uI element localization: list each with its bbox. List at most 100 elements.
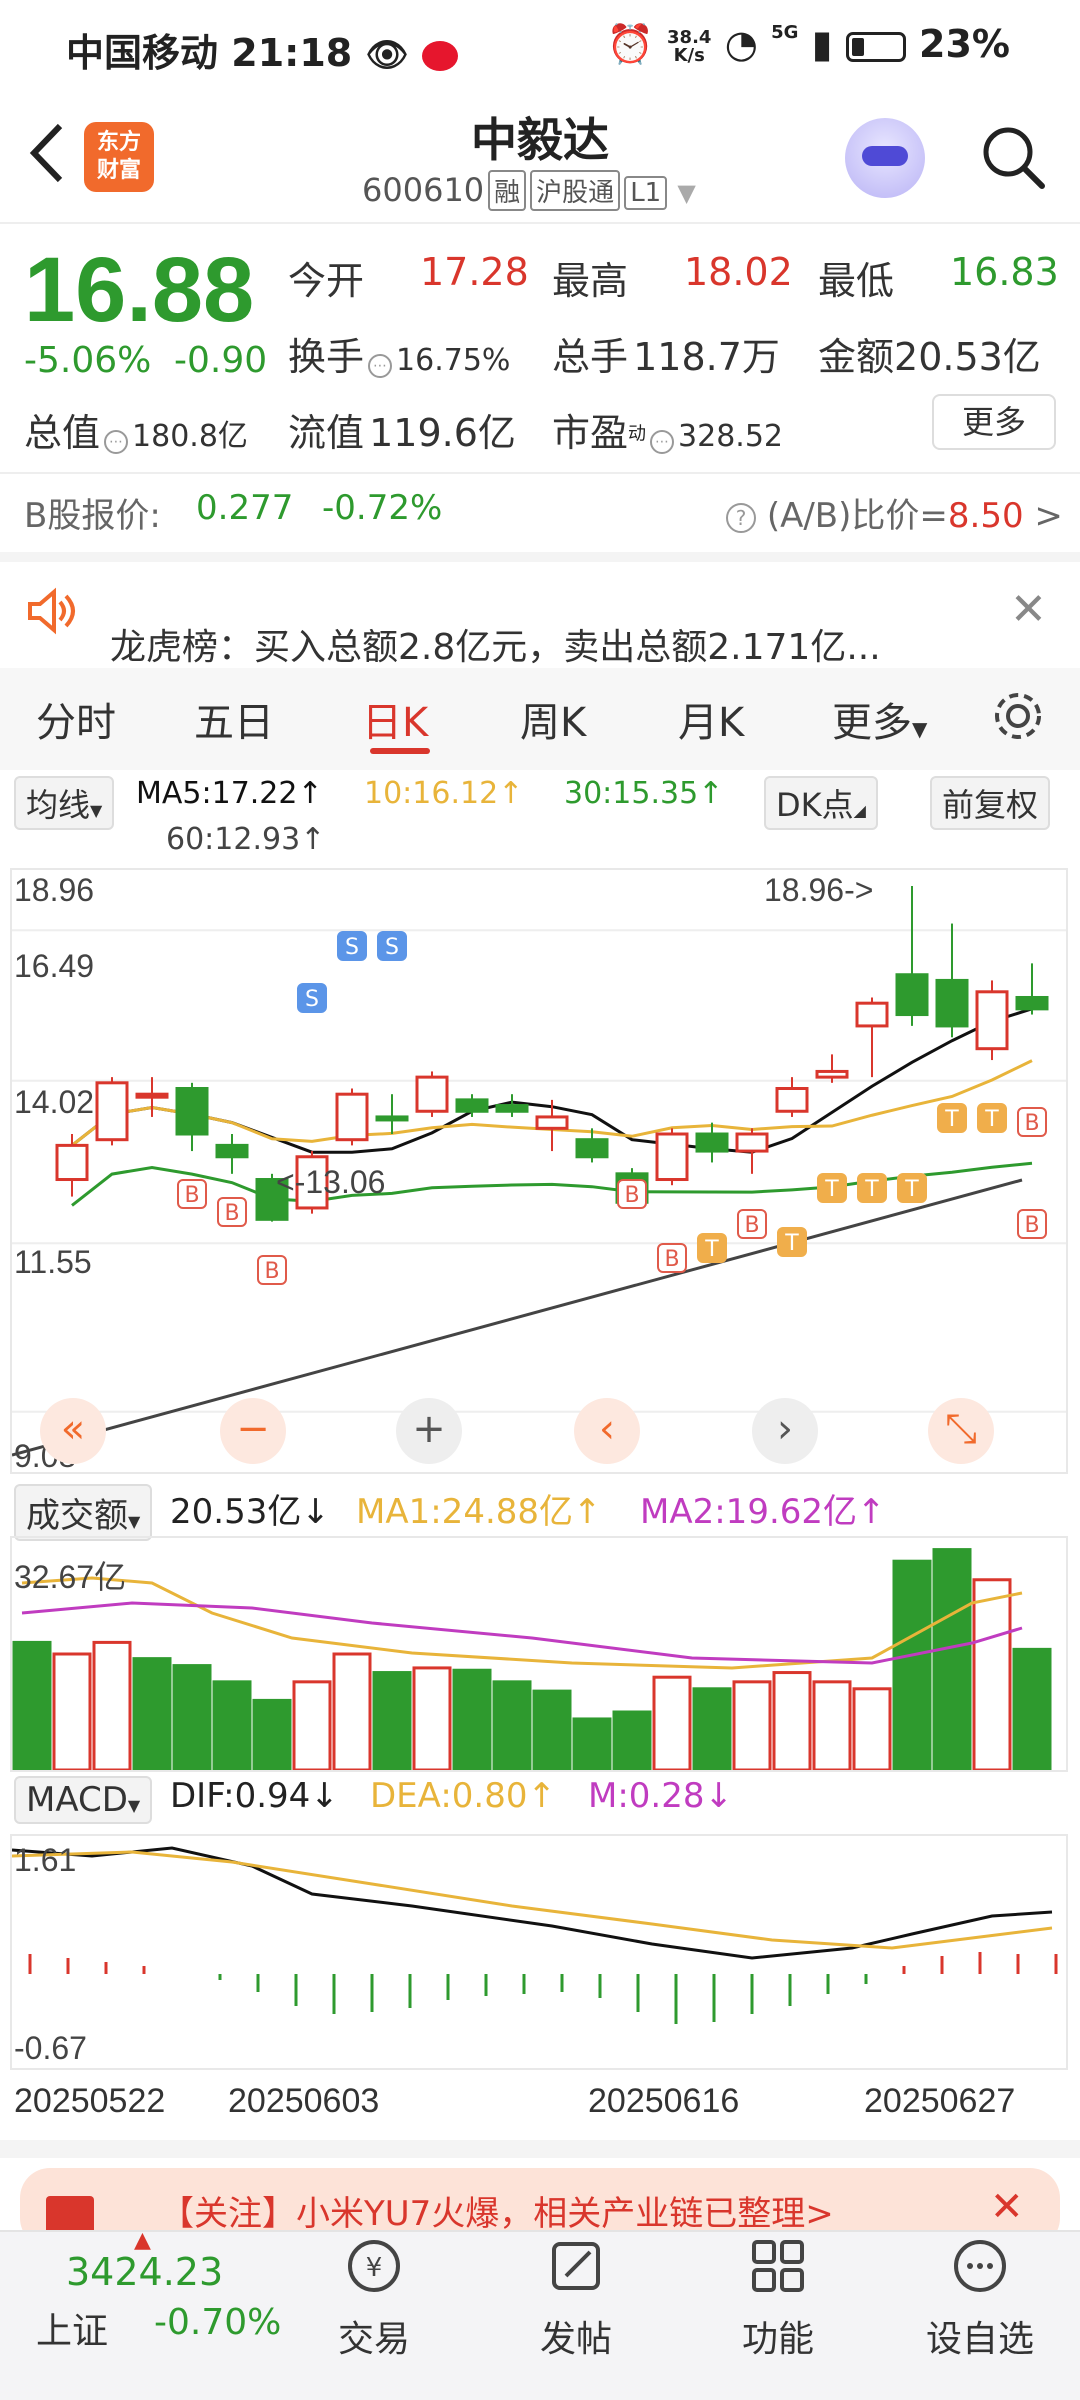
dea-line	[11, 1850, 1053, 1950]
dk-point-button[interactable]: DK点◢	[764, 776, 878, 830]
t-marker: T	[897, 1173, 927, 1203]
volume-bar-down	[372, 1671, 412, 1772]
sell-marker: S	[337, 931, 367, 961]
nav-functions[interactable]: 功能	[698, 2310, 858, 2362]
signal-icon: ▮	[811, 22, 833, 66]
t-marker-text: T	[864, 1177, 879, 1202]
index-value[interactable]: 3424.23	[66, 2250, 223, 2294]
more-dots-icon[interactable]	[900, 2234, 1060, 2311]
t-marker-text: T	[944, 1107, 959, 1132]
date-label-2: 20250603	[228, 2082, 380, 2120]
adjust-button[interactable]: 前复权	[930, 776, 1051, 830]
tab-monthly-k[interactable]: 月K	[678, 690, 744, 748]
volume-bar-down	[572, 1717, 612, 1772]
volume-ma1-line	[21, 1576, 1023, 1670]
close-icon[interactable]: ✕	[1010, 584, 1047, 635]
low-annotation: <-13.06	[276, 1164, 386, 1200]
volume-bar-down	[692, 1687, 732, 1772]
help-icon: ?	[726, 502, 756, 533]
sell-marker: S	[297, 983, 327, 1013]
volume-bar-up	[292, 1680, 332, 1772]
grid-icon[interactable]	[698, 2234, 858, 2311]
amount-label: 金额	[818, 335, 895, 379]
kline-svg: BBBBBBBBSS ST TT T TT T	[11, 886, 1066, 1457]
pe-label: 市盈	[552, 411, 629, 455]
kline-chart[interactable]: BBBBBBBBSSSTTTTTTT	[10, 868, 1068, 1474]
scroll-left-button[interactable]: ‹	[574, 1398, 640, 1464]
zoom-out-button[interactable]: −	[220, 1398, 286, 1464]
ab-ratio-value: 8.50	[947, 496, 1024, 536]
y-label-2: 16.49	[14, 948, 95, 984]
bshare-change: -0.72%	[322, 488, 443, 528]
promo-text[interactable]: 【关注】小米YU7火爆，相关产业链已整理>	[160, 2186, 834, 2235]
macd-dea: DEA:0.80↑	[370, 1776, 556, 1816]
t-marker: T	[937, 1103, 967, 1133]
info-icon[interactable]: ⋯	[104, 429, 129, 454]
tag-level: L1	[624, 176, 668, 210]
volume-select[interactable]: 成交额▼	[14, 1484, 153, 1541]
volume-ma1: MA1:24.88亿↑	[356, 1492, 602, 1532]
buy-marker-text: B	[744, 1213, 759, 1238]
fullscreen-button[interactable]: ⤡	[928, 1398, 994, 1464]
buy-marker: B	[617, 1179, 647, 1209]
tab-more-label: 更多	[832, 700, 912, 746]
dk-label: DK点	[776, 786, 854, 824]
nav-add-watchlist[interactable]: 设自选	[900, 2310, 1060, 2362]
section-gap	[0, 552, 1080, 562]
post-icon[interactable]	[496, 2234, 656, 2311]
tab-weekly-k[interactable]: 周K	[520, 690, 586, 748]
tab-intraday[interactable]: 分时	[36, 690, 116, 748]
down-candle	[1015, 995, 1049, 1011]
volume-bar-up	[92, 1640, 132, 1772]
robot-visor	[862, 146, 908, 166]
tab-five-day[interactable]: 五日	[194, 690, 274, 748]
ma60-line	[11, 1178, 1023, 1457]
volume-select-label: 成交额	[26, 1496, 128, 1536]
macd-chart[interactable]	[10, 1834, 1068, 2070]
gear-icon	[995, 693, 1041, 739]
volume-bar-down	[252, 1698, 292, 1772]
carrier: 中国移动	[66, 31, 219, 75]
indicator-select[interactable]: 均线▼	[14, 776, 115, 830]
close-icon[interactable]: ✕	[990, 2184, 1024, 2230]
tab-more[interactable]: 更多▼	[832, 690, 927, 748]
settings-button[interactable]	[990, 688, 1046, 748]
news-headline[interactable]: 龙虎榜：买入总额2.8亿元，卖出总额2.171亿...	[110, 618, 881, 670]
dropdown-arrow-icon: ▼	[127, 1796, 141, 1815]
corner-icon: ◢	[853, 801, 866, 820]
high-label: 最高	[552, 259, 629, 303]
search-button[interactable]	[978, 122, 1048, 192]
macd-select[interactable]: MACD▼	[14, 1776, 153, 1824]
down-candle	[935, 978, 969, 1028]
tab-daily-k[interactable]: 日K	[362, 690, 428, 748]
ab-ratio[interactable]: ? (A/B)比价=8.50 >	[726, 488, 1063, 537]
ab-ratio-label: (A/B)比价=	[766, 496, 948, 536]
info-icon[interactable]: ⋯	[650, 429, 675, 454]
volume-bar-down	[212, 1680, 252, 1772]
current-price: 16.88	[24, 239, 255, 341]
stock-code-row[interactable]: 600610 融沪股通 L1 ▼	[362, 170, 696, 211]
volume-bar-up	[652, 1675, 692, 1772]
float-row: 流值 119.6亿	[288, 402, 516, 457]
nav-post[interactable]: 发帖	[496, 2310, 656, 2362]
status-bar: 中国移动 21:18 👁 ⏰ 38.4 K/s ◔ 5G ▮ 23%	[0, 0, 1080, 100]
volume-bar-down	[452, 1668, 492, 1772]
volume-bar-up	[972, 1578, 1012, 1772]
buy-marker: B	[737, 1209, 767, 1239]
scroll-right-button[interactable]: ›	[752, 1398, 818, 1464]
volume-row: 总手 118.7万	[552, 326, 780, 381]
trade-icon[interactable]: ¥	[294, 2234, 454, 2311]
more-button[interactable]: 更多	[932, 394, 1056, 450]
t-marker: T	[777, 1227, 807, 1257]
index-name: 上证	[36, 2311, 109, 2352]
up-candle	[135, 1092, 169, 1099]
info-icon[interactable]: ⋯	[368, 353, 393, 378]
volume-bar-up	[772, 1671, 812, 1772]
down-candle	[215, 1143, 249, 1159]
nav-trade[interactable]: 交易	[294, 2310, 454, 2362]
scroll-first-button[interactable]: «	[40, 1398, 106, 1464]
zoom-in-button[interactable]: +	[396, 1398, 462, 1464]
down-candle	[495, 1104, 529, 1113]
date-label-3: 20250616	[588, 2082, 740, 2120]
volume-chart[interactable]	[10, 1536, 1068, 1772]
